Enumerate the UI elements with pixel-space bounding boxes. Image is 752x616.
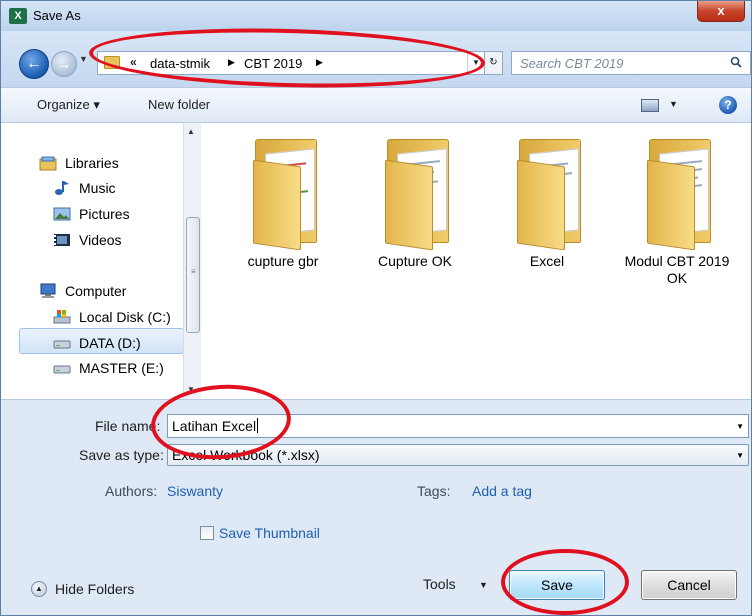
hide-folders-chevron-icon[interactable]: ▲: [31, 581, 47, 597]
local-disk-icon: [53, 310, 71, 324]
new-folder-button[interactable]: New folder: [148, 97, 210, 112]
help-icon[interactable]: ?: [719, 96, 737, 114]
folder-item[interactable]: Modul CBT 2019 OK: [617, 129, 737, 309]
window-title: Save As: [33, 8, 81, 23]
organize-button[interactable]: Organize ▾: [37, 97, 100, 113]
save-type-value: Excel Workbook (*.xlsx): [172, 447, 320, 463]
folder-name: cupture gbr: [247, 253, 319, 269]
scroll-thumb[interactable]: ≡: [186, 217, 200, 333]
sidebar-item-label: DATA (D:): [79, 335, 141, 351]
folder-name: Excel: [529, 253, 565, 269]
recent-pages-chevron-icon[interactable]: ▼: [79, 54, 88, 64]
breadcrumb-overflow[interactable]: «: [130, 55, 137, 69]
file-name-input[interactable]: Latihan Excel ▼: [167, 414, 749, 438]
navigation-bar: ← → ▼ « data-stmik ▶ CBT 2019 ▶ ▼ ↻ Sear…: [1, 31, 751, 87]
tags-input[interactable]: Add a tag: [472, 483, 532, 499]
forward-arrow-icon[interactable]: →: [51, 51, 77, 77]
sidebar-item-label: Pictures: [79, 206, 130, 222]
save-options-panel: File name: Latihan Excel ▼ Save as type:…: [1, 399, 751, 615]
breadcrumb-separator-icon[interactable]: ▶: [316, 57, 323, 68]
folder-icon: [245, 129, 325, 251]
back-arrow-icon[interactable]: ←: [19, 49, 49, 79]
folder-name: Modul CBT 2019 OK: [624, 253, 730, 286]
folder-icon: [509, 129, 589, 251]
save-as-dialog: X Save As x ← → ▼ « data-stmik ▶ CBT 201…: [0, 0, 752, 616]
save-thumbnail-label[interactable]: Save Thumbnail: [219, 525, 320, 541]
address-bar[interactable]: « data-stmik ▶ CBT 2019 ▶ ▼: [97, 51, 485, 75]
sidebar-item-label: Music: [79, 180, 116, 196]
sidebar-item-label: Videos: [79, 232, 122, 248]
save-type-select[interactable]: Excel Workbook (*.xlsx) ▼: [167, 444, 749, 466]
refresh-icon[interactable]: ↻: [485, 51, 503, 75]
excel-app-icon: X: [9, 8, 27, 24]
navigation-pane: Libraries Music Pictures Videos Computer…: [1, 123, 201, 399]
folder-icon: [377, 129, 457, 251]
folder-icon: [104, 56, 120, 69]
folder-icon: [639, 129, 719, 251]
search-placeholder: Search CBT 2019: [520, 56, 624, 71]
drive-icon: [53, 365, 71, 374]
address-dropdown-icon[interactable]: ▼: [467, 52, 484, 74]
view-options-chevron-icon[interactable]: ▼: [669, 99, 678, 109]
breadcrumb-separator-icon[interactable]: ▶: [228, 57, 235, 68]
nav-scrollbar[interactable]: ▲ ≡ ▼: [183, 123, 201, 399]
videos-icon: [54, 234, 70, 246]
authors-label: Authors:: [105, 483, 158, 499]
authors-value[interactable]: Siswanty: [167, 483, 223, 499]
drive-icon: [53, 340, 71, 349]
scroll-down-icon[interactable]: ▼: [187, 385, 195, 394]
search-icon[interactable]: [730, 56, 742, 68]
file-list-pane: cupture gbr Cupture OK Excel Modul CBT 2…: [201, 123, 751, 399]
breadcrumb-item-cbt-2019[interactable]: CBT 2019: [244, 56, 302, 71]
hide-folders-button[interactable]: Hide Folders: [55, 581, 134, 597]
cancel-button[interactable]: Cancel: [641, 570, 737, 600]
change-view-icon[interactable]: [641, 99, 659, 112]
save-thumbnail-checkbox[interactable]: [200, 526, 214, 540]
folder-name: Cupture OK: [378, 253, 452, 269]
music-icon: [55, 181, 69, 195]
file-name-value: Latihan Excel: [172, 418, 259, 434]
save-type-label: Save as type:: [79, 447, 164, 463]
breadcrumb-item-data-stmik[interactable]: data-stmik: [150, 56, 210, 71]
file-name-label: File name:: [95, 418, 161, 434]
command-toolbar: Organize ▾ New folder ▼ ?: [1, 87, 751, 123]
file-name-dropdown-icon[interactable]: ▼: [736, 422, 744, 431]
tags-label: Tags:: [417, 483, 451, 499]
sidebar-item-label: MASTER (E:): [79, 360, 164, 376]
close-button[interactable]: x: [697, 1, 745, 22]
folder-item[interactable]: cupture gbr: [223, 129, 343, 309]
computer-icon: [40, 283, 56, 298]
sidebar-item-label: Computer: [65, 283, 127, 299]
sidebar-item-label: Libraries: [65, 155, 119, 171]
sidebar-item-label: Local Disk (C:): [79, 309, 171, 325]
pictures-icon: [53, 207, 71, 221]
search-input[interactable]: Search CBT 2019: [511, 51, 751, 75]
tools-button[interactable]: Tools: [423, 576, 456, 592]
save-type-dropdown-icon[interactable]: ▼: [736, 451, 744, 460]
save-button[interactable]: Save: [509, 570, 605, 600]
libraries-icon: [39, 156, 57, 171]
folder-item[interactable]: Cupture OK: [355, 129, 475, 309]
tools-dropdown-icon[interactable]: ▼: [479, 580, 488, 590]
title-bar[interactable]: X Save As x: [1, 1, 751, 31]
grip-icon: ≡: [191, 267, 196, 276]
scroll-up-icon[interactable]: ▲: [187, 127, 195, 136]
folder-item[interactable]: Excel: [487, 129, 607, 309]
